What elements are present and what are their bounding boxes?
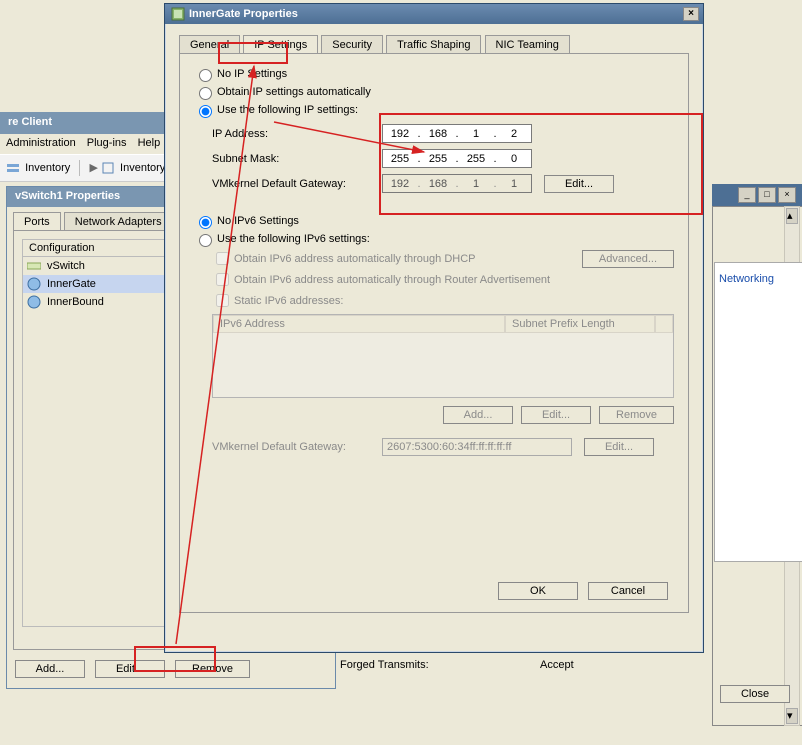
scroll-up-icon[interactable]: ▴ — [786, 208, 798, 224]
breadcrumb-arrow-icon: ▶ — [89, 162, 97, 174]
dialog-tabstrip: General IP Settings Security Traffic Sha… — [179, 34, 689, 53]
ip-octet[interactable] — [459, 127, 493, 141]
networking-link[interactable]: Networking — [715, 263, 802, 295]
dialog-titlebar[interactable]: InnerGate Properties × — [165, 4, 703, 24]
close-button[interactable]: Close — [720, 685, 790, 703]
advanced-button: Advanced... — [582, 250, 674, 268]
radio-no-ip[interactable] — [199, 69, 212, 82]
dialog-title: InnerGate Properties — [189, 8, 298, 20]
host-icon — [101, 161, 115, 175]
ipv6-address-table: IPv6 Address Subnet Prefix Length — [212, 314, 674, 398]
tab-network-adapters[interactable]: Network Adapters — [64, 212, 173, 231]
ip-octet — [497, 177, 531, 191]
ip-octet[interactable] — [421, 152, 455, 166]
menu-administration[interactable]: Administration — [6, 137, 76, 149]
forged-transmits-row: Forged Transmits: Accept — [332, 652, 667, 677]
app-icon — [171, 7, 185, 21]
ip-octet[interactable] — [459, 152, 493, 166]
remove-button[interactable]: Remove — [175, 660, 250, 678]
forged-transmits-value: Accept — [540, 659, 574, 671]
forged-transmits-label: Forged Transmits: — [340, 659, 540, 671]
chk-ipv6-ra — [216, 273, 229, 286]
ip-octet[interactable] — [497, 127, 531, 141]
chk-ipv6-static — [216, 294, 229, 307]
list-item-label: InnerBound — [47, 296, 104, 308]
ip-octet — [459, 177, 493, 191]
col-ipv6-address: IPv6 Address — [213, 315, 505, 333]
radio-no-ipv6[interactable] — [199, 216, 212, 229]
chk-ipv6-dhcp-label: Obtain IPv6 address automatically throug… — [234, 253, 476, 265]
radio-auto-ip[interactable] — [199, 87, 212, 100]
close-icon[interactable]: × — [683, 7, 699, 21]
radio-manual-ip[interactable] — [199, 105, 212, 118]
ip-octet — [421, 177, 455, 191]
innergate-properties-dialog: InnerGate Properties × General IP Settin… — [164, 3, 704, 653]
ip-octet[interactable] — [421, 127, 455, 141]
ip-address-label: IP Address: — [212, 128, 382, 140]
close-icon[interactable]: × — [778, 187, 796, 203]
chk-ipv6-static-label: Static IPv6 addresses: — [234, 295, 343, 307]
edit-gateway-button[interactable]: Edit... — [544, 175, 614, 193]
radio-manual-ip-label: Use the following IP settings: — [217, 104, 358, 116]
menu-help[interactable]: Help — [138, 137, 161, 149]
radio-no-ipv6-label: No IPv6 Settings — [217, 215, 299, 227]
vswitch-button-row: Add... Edit... Remove — [15, 660, 327, 678]
dialog-tab-body: No IP Settings Obtain IP settings automa… — [179, 53, 689, 613]
radio-manual-ipv6-label: Use the following IPv6 settings: — [217, 233, 370, 245]
ip-octet — [383, 177, 417, 191]
maximize-icon[interactable]: □ — [758, 187, 776, 203]
switch-icon — [27, 259, 41, 273]
client-title: re Client — [8, 116, 52, 128]
cancel-button[interactable]: Cancel — [588, 582, 668, 600]
ipv6-gateway-field — [382, 438, 572, 456]
tab-ports[interactable]: Ports — [13, 212, 61, 231]
minimize-icon[interactable]: _ — [738, 187, 756, 203]
menu-plugins[interactable]: Plug-ins — [87, 137, 127, 149]
ip-address-field[interactable]: . . . — [382, 124, 532, 143]
col-prefix-length: Subnet Prefix Length — [505, 315, 655, 333]
tab-security[interactable]: Security — [321, 35, 383, 54]
add-button[interactable]: Add... — [15, 660, 85, 678]
ip-octet[interactable] — [383, 152, 417, 166]
radio-no-ip-label: No IP Settings — [217, 68, 287, 80]
tab-nic-teaming[interactable]: NIC Teaming — [485, 35, 570, 54]
globe-icon — [27, 295, 41, 309]
chk-ipv6-ra-label: Obtain IPv6 address automatically throug… — [234, 274, 550, 286]
ip-octet[interactable] — [383, 127, 417, 141]
col-spacer — [655, 315, 673, 333]
subnet-mask-label: Subnet Mask: — [212, 153, 382, 165]
list-item-label: vSwitch — [47, 260, 85, 272]
toolbar-inventory-1[interactable]: Inventory — [25, 162, 70, 174]
tab-general[interactable]: General — [179, 35, 240, 54]
vswitch-title: vSwitch1 Properties — [15, 190, 120, 202]
dialog-footer: OK Cancel — [498, 582, 668, 600]
default-gateway-label: VMkernel Default Gateway: — [212, 178, 382, 190]
ok-button[interactable]: OK — [498, 582, 578, 600]
chk-ipv6-dhcp — [216, 252, 229, 265]
radio-auto-ip-label: Obtain IP settings automatically — [217, 86, 371, 98]
ip-octet[interactable] — [497, 152, 531, 166]
ipv6-gateway-label: VMkernel Default Gateway: — [212, 441, 382, 453]
ipv6-edit-gateway-button: Edit... — [584, 438, 654, 456]
right-content: Networking — [714, 262, 802, 562]
right-window-controls: _ □ × — [738, 187, 796, 203]
ipv6-remove-button: Remove — [599, 406, 674, 424]
toolbar-inventory-2[interactable]: Inventory — [120, 162, 165, 174]
radio-manual-ipv6[interactable] — [199, 234, 212, 247]
ipv6-add-button: Add... — [443, 406, 513, 424]
tab-ip-settings[interactable]: IP Settings — [243, 35, 318, 54]
globe-icon — [27, 277, 41, 291]
default-gateway-field: . . . — [382, 174, 532, 193]
scroll-down-icon[interactable]: ▾ — [786, 708, 798, 724]
stack-icon — [6, 161, 20, 175]
ipv6-edit-button: Edit... — [521, 406, 591, 424]
tab-traffic-shaping[interactable]: Traffic Shaping — [386, 35, 481, 54]
edit-button[interactable]: Edit... — [95, 660, 165, 678]
subnet-mask-field[interactable]: . . . — [382, 149, 532, 168]
